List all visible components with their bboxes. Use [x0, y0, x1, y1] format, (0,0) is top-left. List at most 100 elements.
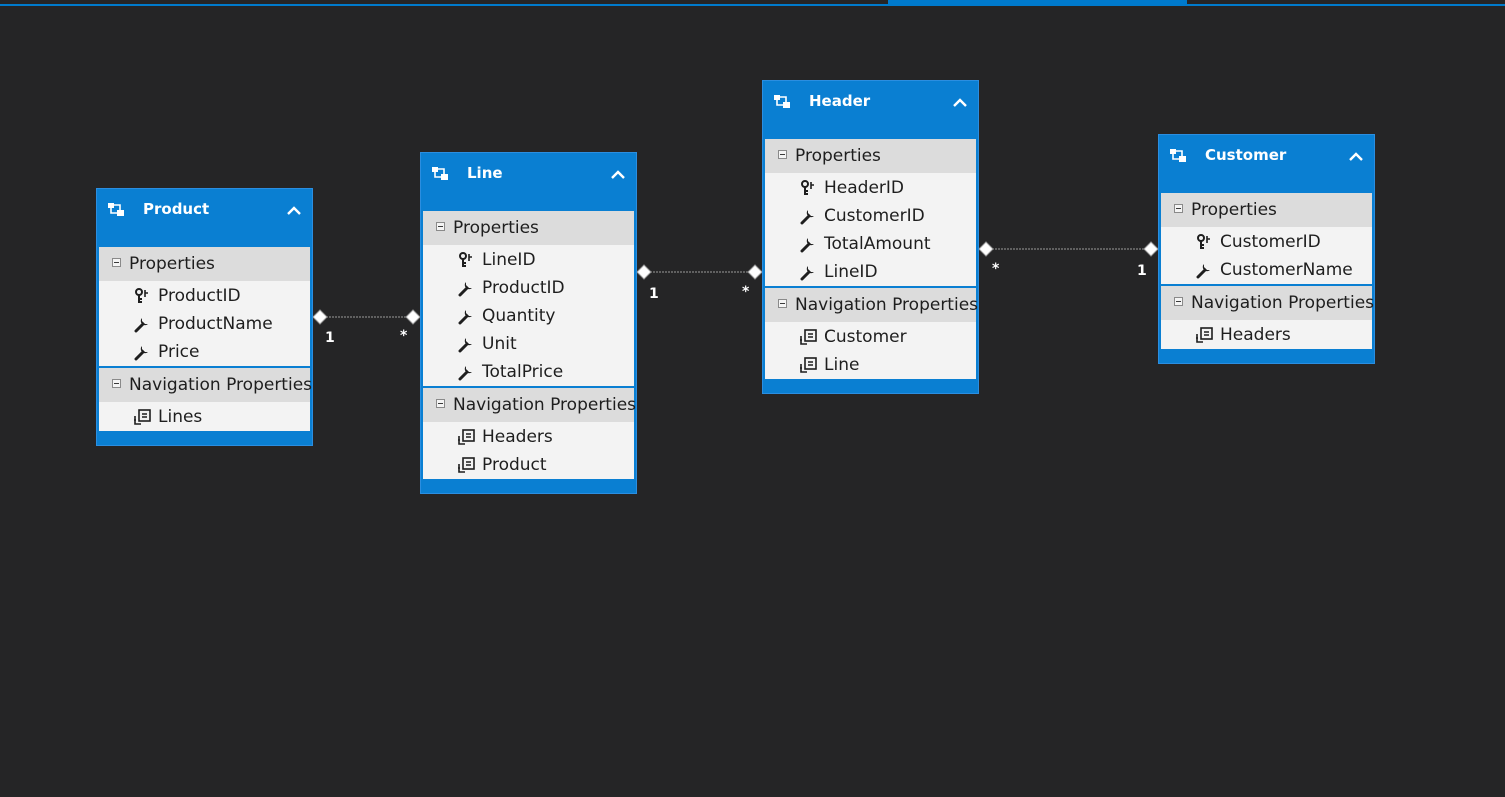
navigation-section-header[interactable]: Navigation Properties: [765, 288, 979, 322]
navigation-section: Navigation Properties Headers: [1161, 286, 1375, 349]
properties-section: Properties HeaderID CustomerID TotalAmou…: [765, 139, 976, 286]
association-line-header[interactable]: [636, 264, 763, 280]
collapse-toggle-icon[interactable]: [436, 222, 445, 231]
property-row[interactable]: TotalAmount: [765, 230, 976, 258]
association-header-customer[interactable]: [978, 241, 1159, 257]
entity-type-icon: [1170, 149, 1186, 162]
collapse-toggle-icon[interactable]: [1174, 297, 1183, 306]
properties-section-header[interactable]: Properties: [765, 139, 976, 173]
section-label: Navigation Properties: [795, 295, 979, 315]
entity-title: Product: [143, 200, 210, 218]
entity-header[interactable]: Line: [421, 153, 636, 211]
properties-section-header[interactable]: Properties: [423, 211, 634, 245]
navigation-row[interactable]: Product: [423, 451, 634, 479]
entity-header[interactable]: Product: [97, 189, 312, 247]
navigation-property-icon: [1196, 327, 1213, 343]
wrench-icon: [458, 338, 472, 353]
association-end-diamond: [636, 264, 652, 280]
navigation-row[interactable]: Headers: [1161, 321, 1372, 349]
section-label: Navigation Properties: [1191, 293, 1375, 313]
property-row[interactable]: CustomerID: [765, 202, 976, 230]
entity-header[interactable]: Header Properties HeaderID CustomerID To…: [762, 80, 979, 394]
property-row[interactable]: LineID: [765, 258, 976, 286]
navigation-row[interactable]: Lines: [99, 403, 310, 431]
properties-section-header[interactable]: Properties: [99, 247, 310, 281]
section-label: Properties: [795, 146, 881, 166]
property-row[interactable]: ProductID: [423, 274, 634, 302]
association-end-diamond: [978, 241, 994, 257]
property-name: LineID: [482, 250, 536, 270]
property-row[interactable]: CustomerName: [1161, 256, 1372, 284]
association-end-diamond: [747, 264, 763, 280]
entity-product[interactable]: Product Properties ProductID ProductName…: [96, 188, 313, 446]
section-label: Properties: [1191, 200, 1277, 220]
section-label: Properties: [453, 218, 539, 238]
navigation-section: Navigation Properties Lines: [99, 368, 313, 431]
entity-footer: [421, 479, 636, 493]
entity-footer: [763, 379, 978, 393]
wrench-icon: [134, 346, 148, 361]
collapse-toggle-icon[interactable]: [1174, 204, 1183, 213]
properties-section-header[interactable]: Properties: [1161, 193, 1372, 227]
property-row[interactable]: HeaderID: [765, 174, 976, 202]
multiplicity-label: 1: [1137, 263, 1147, 279]
property-row[interactable]: TotalPrice: [423, 358, 634, 386]
wrench-icon: [458, 310, 472, 325]
property-row[interactable]: Price: [99, 338, 310, 366]
collapse-toggle-icon[interactable]: [778, 299, 787, 308]
collapse-chevron-icon[interactable]: [286, 204, 302, 216]
property-name: CustomerName: [1220, 260, 1353, 280]
property-row[interactable]: Unit: [423, 330, 634, 358]
collapse-chevron-icon[interactable]: [952, 96, 968, 108]
entity-header[interactable]: Customer: [1159, 135, 1374, 193]
navigation-name: Headers: [1220, 325, 1291, 345]
navigation-name: Lines: [158, 407, 203, 427]
navigation-section-header[interactable]: Navigation Properties: [1161, 286, 1375, 320]
property-name: ProductID: [482, 278, 565, 298]
collapse-toggle-icon[interactable]: [436, 399, 445, 408]
collapse-toggle-icon[interactable]: [112, 379, 121, 388]
entity-line[interactable]: Line Properties LineID ProductID Quantit…: [420, 152, 637, 494]
navigation-row[interactable]: Line: [765, 351, 976, 379]
multiplicity-label: *: [400, 328, 408, 344]
collapse-toggle-icon[interactable]: [112, 258, 121, 267]
entity-footer: [1159, 349, 1374, 363]
property-name: TotalAmount: [824, 234, 931, 254]
property-name: ProductID: [158, 286, 241, 306]
association-product-line[interactable]: [312, 309, 421, 325]
key-icon: [135, 288, 148, 303]
property-row[interactable]: CustomerID: [1161, 228, 1372, 256]
navigation-section: Navigation Properties Customer Line: [765, 288, 979, 379]
navigation-row[interactable]: Headers: [423, 423, 634, 451]
property-row[interactable]: ProductID: [99, 282, 310, 310]
wrench-icon: [458, 366, 472, 381]
wrench-icon: [800, 266, 814, 281]
navigation-name: Customer: [824, 327, 907, 347]
navigation-section-header[interactable]: Navigation Properties: [99, 368, 313, 402]
wrench-icon: [458, 282, 472, 297]
collapse-toggle-icon[interactable]: [778, 150, 787, 159]
entity-customer[interactable]: Customer Properties CustomerID CustomerN…: [1158, 134, 1375, 364]
association-end-diamond: [405, 309, 421, 325]
collapse-chevron-icon[interactable]: [1348, 150, 1364, 162]
entity-type-icon: [432, 167, 448, 180]
property-name: Unit: [482, 334, 517, 354]
section-label: Navigation Properties: [129, 375, 313, 395]
collapse-chevron-icon[interactable]: [610, 168, 626, 180]
entity-header[interactable]: Header: [763, 81, 978, 139]
association-end-diamond: [312, 309, 328, 325]
property-row[interactable]: ProductName: [99, 310, 310, 338]
key-icon: [801, 180, 814, 195]
section-label: Navigation Properties: [453, 395, 637, 415]
property-row[interactable]: Quantity: [423, 302, 634, 330]
property-row[interactable]: LineID: [423, 246, 634, 274]
navigation-property-icon: [800, 357, 817, 373]
properties-section: Properties LineID ProductID Quantity Uni…: [423, 211, 634, 386]
navigation-section: Navigation Properties Headers Product: [423, 388, 637, 479]
entity-type-icon: [774, 95, 790, 108]
active-document-tab[interactable]: [888, 0, 1187, 6]
navigation-row[interactable]: Customer: [765, 323, 976, 351]
property-name: LineID: [824, 262, 878, 282]
navigation-section-header[interactable]: Navigation Properties: [423, 388, 637, 422]
properties-section: Properties ProductID ProductName Price: [99, 247, 310, 366]
